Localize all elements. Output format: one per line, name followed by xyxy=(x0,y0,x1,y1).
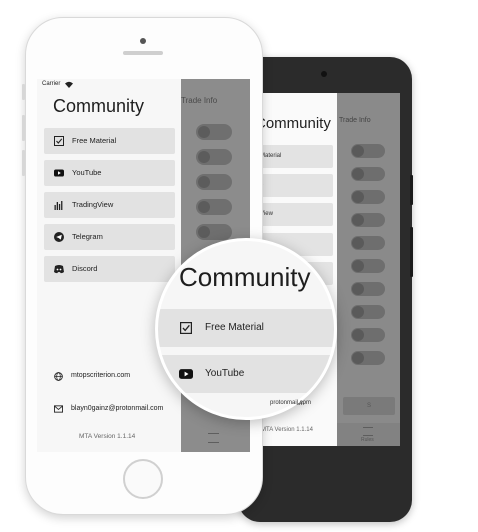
checkbox-icon xyxy=(54,136,64,146)
sidebar-item-label: YouTube xyxy=(72,168,102,177)
android-toggle[interactable] xyxy=(351,190,385,204)
magnifier-title: Community xyxy=(179,262,311,292)
android-toggle[interactable] xyxy=(351,328,385,342)
carrier-label: Carrier xyxy=(42,81,61,87)
sidebar-item-youtube[interactable]: YouTube xyxy=(44,160,175,186)
android-drawer-item[interactable]: View xyxy=(259,203,333,226)
sidebar-item-label: TradingView xyxy=(72,200,114,209)
website-text: mtopscriterion.com xyxy=(71,372,131,379)
android-drawer-item-label: Material xyxy=(260,153,282,159)
toggle-switch[interactable] xyxy=(196,149,232,165)
android-toggle[interactable] xyxy=(351,259,385,273)
sidebar-item-free-material[interactable]: Free Material xyxy=(44,128,175,154)
android-panel-button[interactable]: S xyxy=(343,397,395,415)
android-toggle[interactable] xyxy=(351,305,385,319)
telegram-icon xyxy=(54,232,64,242)
toggle-switch[interactable] xyxy=(196,174,232,190)
wifi-icon xyxy=(65,81,73,88)
sidebar-item-label: Discord xyxy=(72,264,98,273)
android-toggle[interactable] xyxy=(351,351,385,365)
magnifier-callout: Community Free Material YouTube xyxy=(155,238,337,420)
android-drawer-item[interactable]: e xyxy=(259,174,333,197)
android-side-button[interactable] xyxy=(410,175,413,205)
android-panel-button-label: S xyxy=(366,403,371,409)
globe-icon xyxy=(54,372,63,381)
magnifier-partial-email: protonmail.com xyxy=(270,400,312,406)
drawer-title: Community xyxy=(53,96,145,116)
magnifier-item-label: Free Material xyxy=(205,322,264,333)
iphone-side-button[interactable] xyxy=(22,150,25,176)
sidebar-item-label: Free Material xyxy=(72,136,117,145)
email-text: blayn0gainz@protonmail.com xyxy=(71,405,164,412)
toggle-switch[interactable] xyxy=(196,124,232,140)
android-toggle[interactable] xyxy=(351,167,385,181)
iphone-camera xyxy=(140,38,146,44)
magnifier-item-youtube: YouTube xyxy=(158,355,334,393)
android-toggle[interactable] xyxy=(351,236,385,250)
nav-drawer: Carrier Community Free Material YouTube … xyxy=(37,79,181,452)
android-trade-panel: Trade Info S Rules xyxy=(337,93,400,446)
mail-icon xyxy=(54,405,63,413)
magnifier-item-free-material: Free Material xyxy=(158,309,334,347)
list-icon xyxy=(208,433,219,443)
sidebar-item-discord[interactable]: Discord xyxy=(44,256,175,282)
android-camera xyxy=(321,71,327,77)
iphone-side-button[interactable] xyxy=(22,115,25,141)
checkbox-icon xyxy=(180,322,192,334)
android-toggle[interactable] xyxy=(351,144,385,158)
android-side-button[interactable] xyxy=(410,227,413,277)
android-toggle[interactable] xyxy=(351,282,385,296)
android-toggle[interactable] xyxy=(351,213,385,227)
magnifier-item-label: YouTube xyxy=(205,368,245,379)
home-button[interactable] xyxy=(123,459,163,499)
toggle-switch[interactable] xyxy=(196,224,232,240)
discord-icon xyxy=(54,265,64,274)
email-link[interactable]: blayn0gainz@protonmail.com xyxy=(54,404,181,416)
youtube-icon xyxy=(179,369,193,379)
toggle-switch[interactable] xyxy=(196,199,232,215)
android-version-text: MTA Version 1.1.14 xyxy=(261,427,313,433)
iphone-side-button[interactable] xyxy=(22,84,25,100)
youtube-icon xyxy=(54,169,64,177)
version-text: MTA Version 1.1.14 xyxy=(79,433,136,440)
android-rules-tab[interactable]: Rules xyxy=(337,423,400,446)
panel-title: Trade Info xyxy=(181,96,218,105)
sidebar-item-tradingview[interactable]: TradingView xyxy=(44,192,175,218)
sidebar-item-telegram[interactable]: Telegram xyxy=(44,224,175,250)
iphone-speaker xyxy=(123,51,163,55)
android-panel-title: Trade Info xyxy=(339,117,371,124)
tradingview-icon xyxy=(54,201,63,210)
list-icon xyxy=(363,427,373,436)
android-rules-tab-label: Rules xyxy=(361,437,374,443)
sidebar-item-label: Telegram xyxy=(72,232,103,241)
android-drawer-item[interactable]: Material xyxy=(259,145,333,168)
android-drawer-title: Community xyxy=(259,115,331,132)
